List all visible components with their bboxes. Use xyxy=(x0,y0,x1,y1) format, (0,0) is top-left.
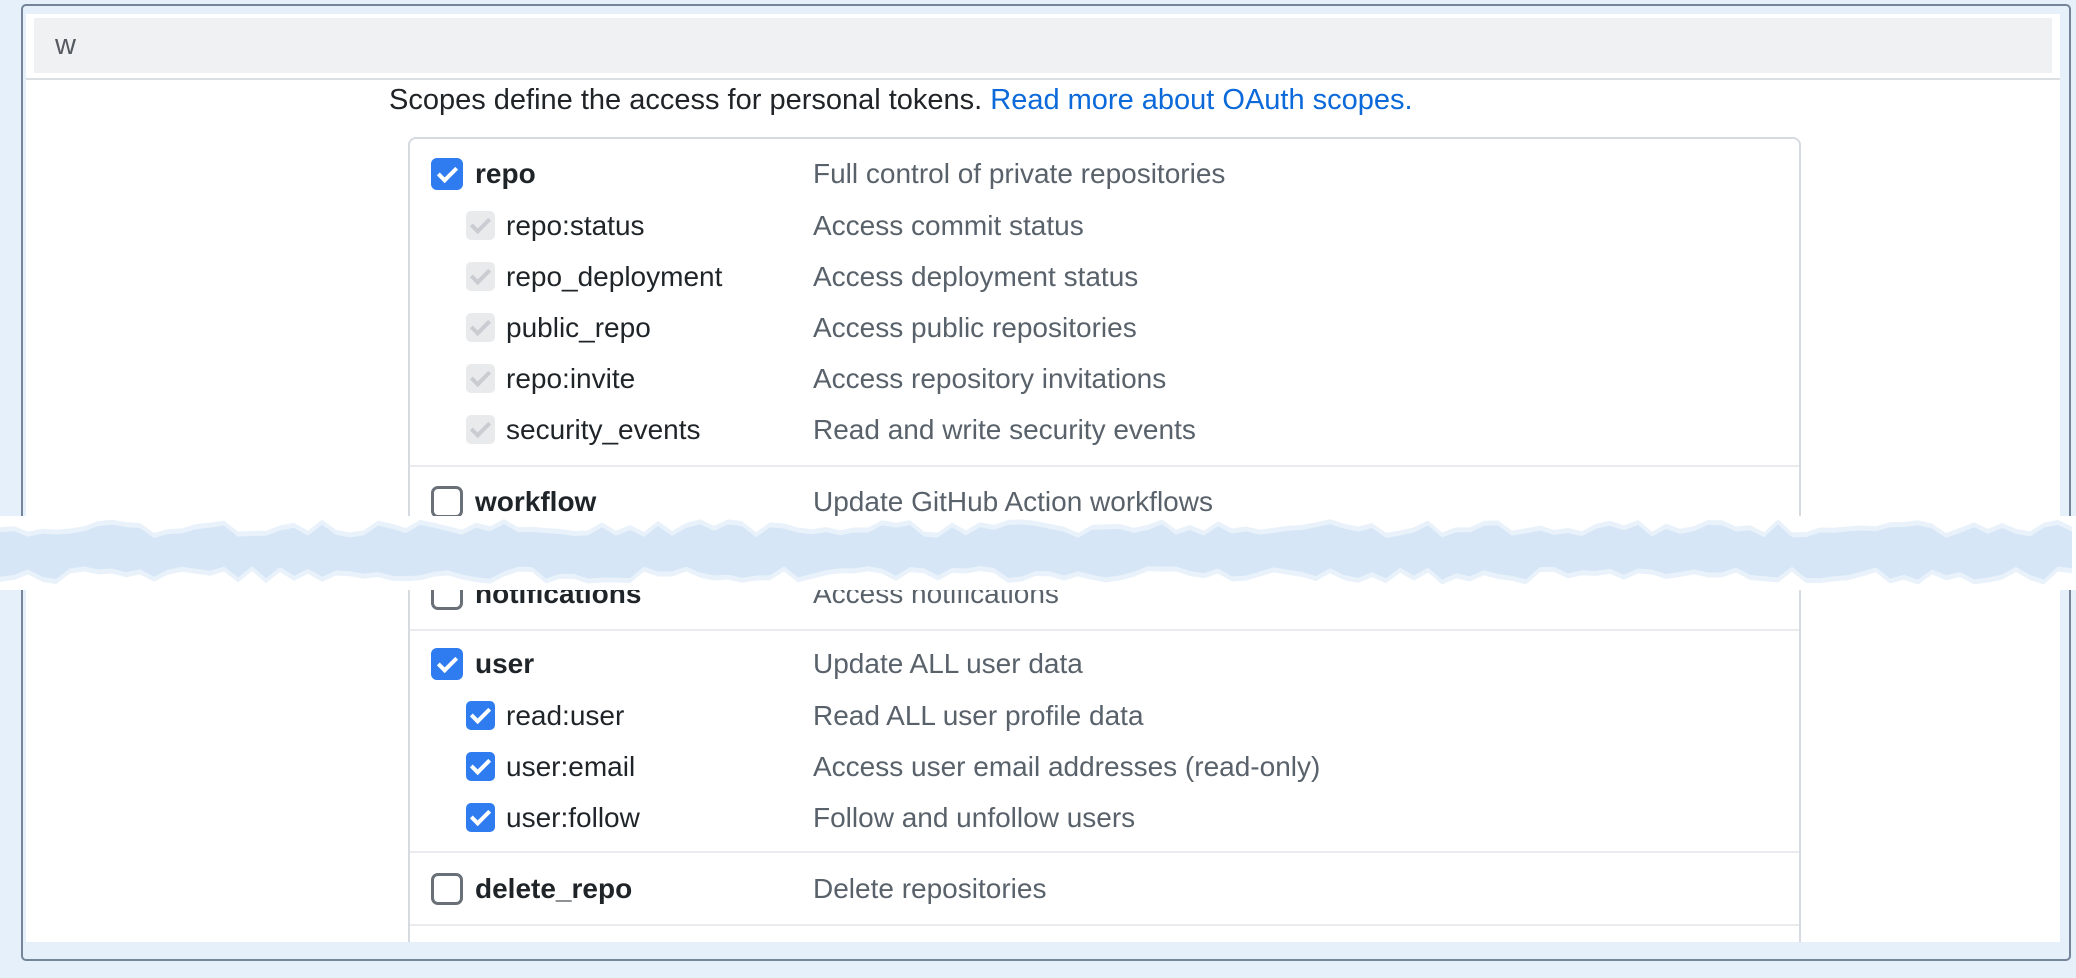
window-frame xyxy=(21,4,2071,961)
page: w Scopes define the access for personal … xyxy=(0,0,2076,978)
torn-screenshot-gap xyxy=(0,516,2076,590)
